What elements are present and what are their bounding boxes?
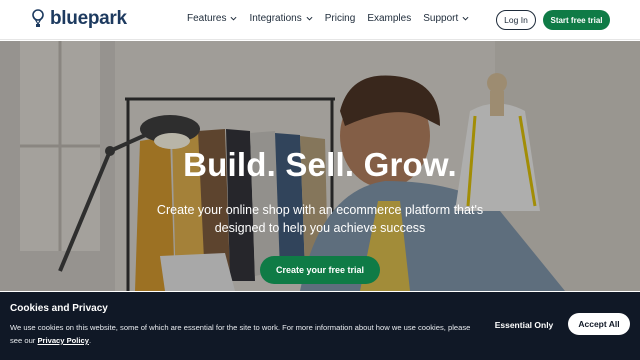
cookie-text: We use cookies on this website, some of … xyxy=(10,321,480,347)
nav-label: Features xyxy=(187,13,227,24)
hero-subtitle: Create your online shop with an ecommerc… xyxy=(156,203,484,235)
nav-item-pricing[interactable]: Pricing xyxy=(325,13,356,24)
nav-label: Pricing xyxy=(324,13,356,24)
essential-only-button[interactable]: Essential Only xyxy=(488,314,560,336)
nav-label: Support xyxy=(423,13,459,24)
nav-item-examples[interactable]: Examples xyxy=(367,13,411,24)
login-button[interactable]: Log In xyxy=(496,10,536,30)
accept-all-button[interactable]: Accept All xyxy=(568,313,630,335)
start-free-trial-button[interactable]: Start free trial xyxy=(543,10,610,30)
logo[interactable]: bluepark xyxy=(30,8,127,30)
cookie-banner: Cookies and Privacy We use cookies on th… xyxy=(0,292,640,360)
cookie-text-end: . xyxy=(88,336,92,345)
nav-item-integrations[interactable]: Integrations xyxy=(249,13,313,24)
chevron-down-icon xyxy=(306,16,313,21)
hero-title: Build. Sell. Grow. xyxy=(183,146,457,183)
main-nav: Features Integrations Pricing Examples S… xyxy=(187,13,469,24)
nav-label: Integrations xyxy=(249,13,302,24)
chevron-down-icon xyxy=(462,16,469,21)
create-free-trial-button[interactable]: Create your free trial xyxy=(260,256,380,284)
nav-label: Examples xyxy=(367,13,412,24)
chevron-down-icon xyxy=(230,16,237,21)
site-header: bluepark Features Integrations Pricing E… xyxy=(0,0,640,40)
privacy-policy-link[interactable]: Privacy Policy xyxy=(37,336,89,345)
cookie-title: Cookies and Privacy xyxy=(10,303,108,314)
hero-section: Build. Sell. Grow. Create your online sh… xyxy=(0,41,640,291)
nav-item-support[interactable]: Support xyxy=(423,13,469,24)
nav-item-features[interactable]: Features xyxy=(187,13,237,24)
logo-text: bluepark xyxy=(50,8,127,29)
balloon-logo-icon xyxy=(32,9,44,27)
